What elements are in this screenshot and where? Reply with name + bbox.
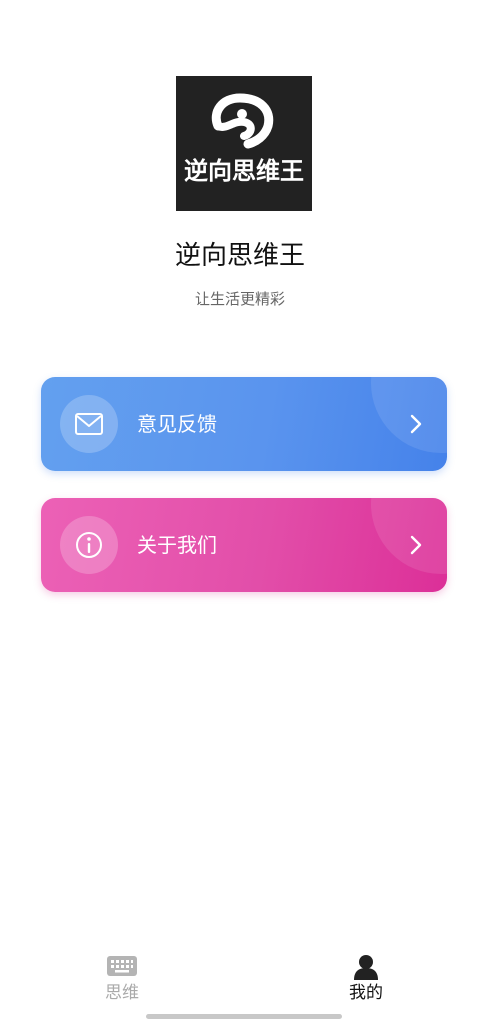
keyboard-icon — [107, 956, 137, 976]
logo-mark-icon — [211, 93, 274, 149]
tab-bar: 思维 我的 — [0, 940, 480, 1020]
tab-mine-label: 我的 — [349, 983, 383, 1003]
tab-thinking[interactable]: 思维 — [62, 950, 182, 1010]
mail-icon — [75, 413, 103, 435]
info-icon-circle — [60, 516, 118, 574]
tab-thinking-label: 思维 — [105, 983, 139, 1003]
tab-mine[interactable]: 我的 — [306, 950, 426, 1010]
home-indicator — [146, 1014, 342, 1019]
app-logo: 逆向思维王 — [176, 76, 312, 211]
logo-text: 逆向思维王 — [184, 157, 304, 185]
feedback-label: 意见反馈 — [137, 412, 217, 436]
info-icon — [76, 532, 102, 558]
chevron-right-icon — [410, 535, 422, 555]
feedback-button[interactable]: 意见反馈 — [41, 377, 447, 471]
app-slogan: 让生活更精彩 — [194, 290, 285, 308]
mail-icon-circle — [60, 395, 118, 453]
chevron-right-icon — [410, 414, 422, 434]
about-us-label: 关于我们 — [137, 533, 217, 557]
app-title: 逆向思维王 — [174, 241, 305, 271]
person-icon — [354, 955, 378, 980]
about-us-button[interactable]: 关于我们 — [41, 498, 447, 592]
